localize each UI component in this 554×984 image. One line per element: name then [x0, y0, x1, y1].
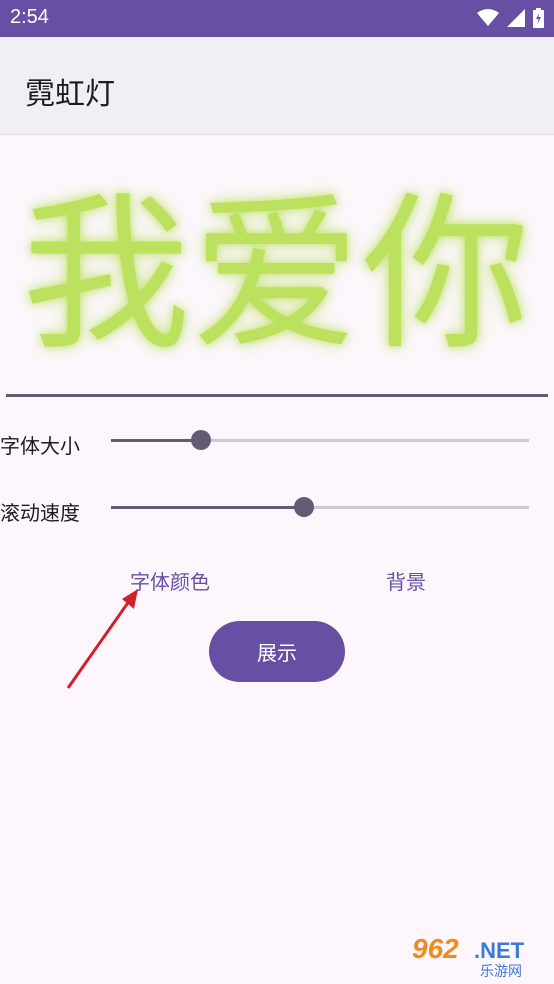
background-button[interactable]: 背景: [386, 566, 426, 595]
status-icons: [477, 8, 544, 28]
divider: [6, 394, 548, 397]
slider-thumb[interactable]: [294, 497, 315, 517]
battery-icon: [533, 8, 544, 28]
status-bar: 2:54: [0, 0, 554, 37]
font-size-label: 字体大小: [0, 434, 80, 458]
wifi-icon: [477, 9, 499, 26]
status-time: 2:54: [10, 6, 49, 28]
red-arrow-annotation: [66, 589, 138, 689]
slider-thumb[interactable]: [190, 430, 211, 450]
slider-fill: [111, 506, 305, 509]
show-button[interactable]: 展示: [209, 621, 345, 682]
scroll-speed-label: 滚动速度: [0, 501, 80, 525]
font-size-slider[interactable]: [111, 430, 529, 450]
app-bar: 霓虹灯: [0, 37, 554, 135]
svg-text:乐游网: 乐游网: [480, 964, 522, 980]
svg-text:962: 962: [412, 933, 459, 964]
svg-text:.NET: .NET: [474, 938, 525, 963]
slider-fill: [111, 439, 201, 442]
watermark-logo: 962 .NET 乐游网: [408, 928, 546, 980]
neon-display-text: 我爱你: [22, 177, 532, 373]
scroll-speed-slider[interactable]: [111, 497, 529, 517]
app-title: 霓虹灯: [25, 77, 115, 112]
signal-icon: [507, 9, 525, 27]
